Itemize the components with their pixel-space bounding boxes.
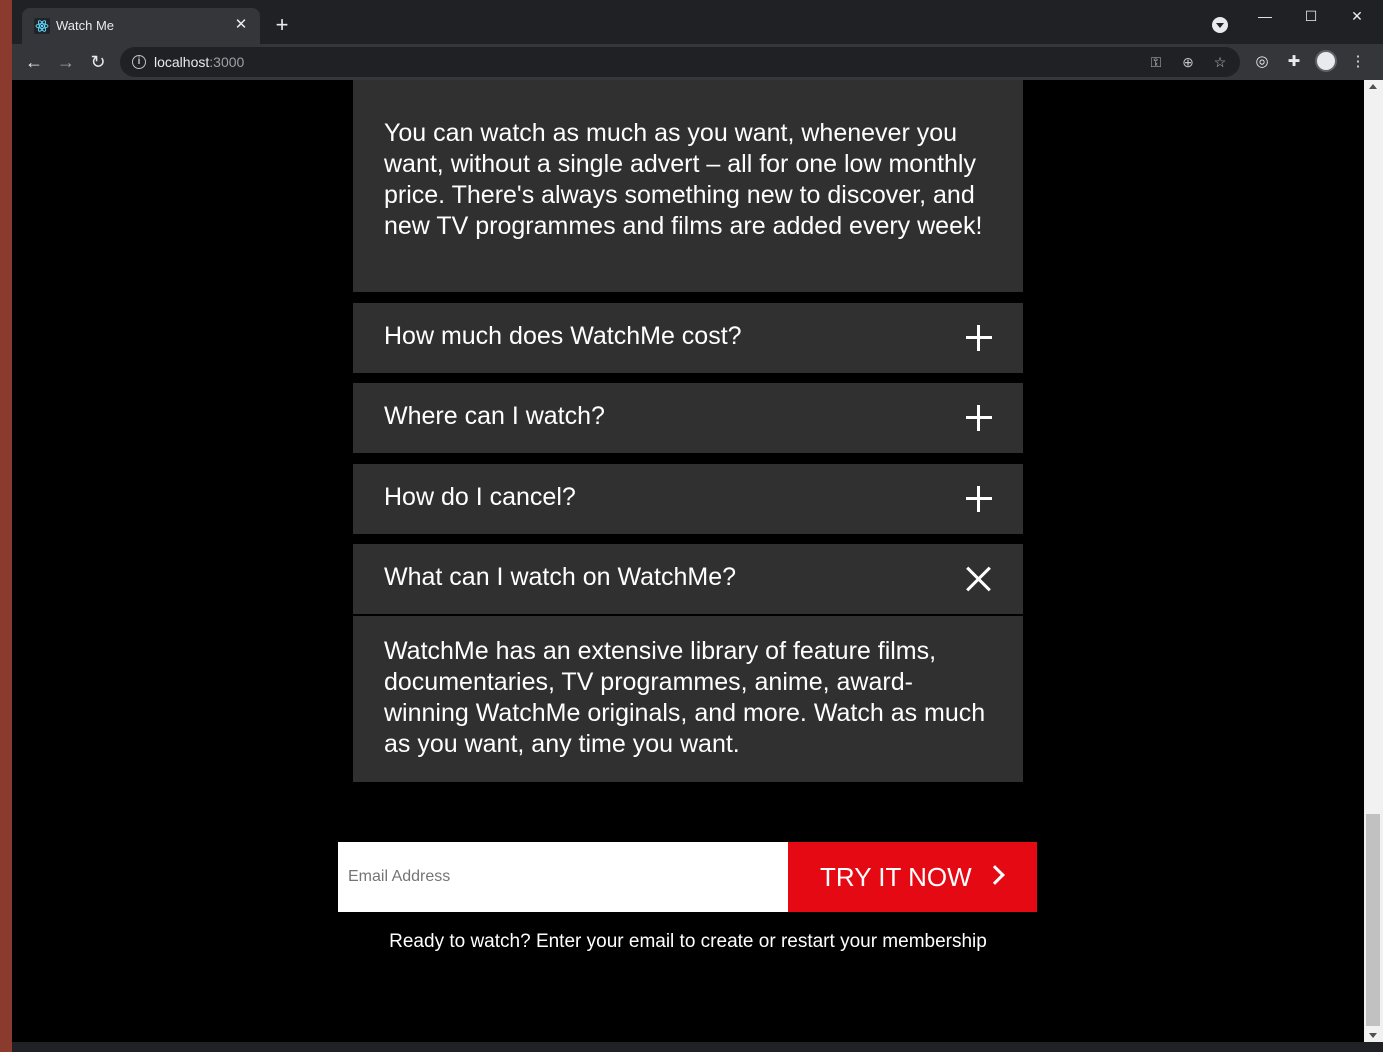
faq-question: How much does WatchMe cost? <box>384 322 742 350</box>
new-tab-button[interactable]: + <box>270 14 294 38</box>
faq-answer-what: WatchMe has an extensive library of feat… <box>353 616 1023 782</box>
tab-search-icon[interactable] <box>1212 17 1228 33</box>
menu-icon[interactable]: ⋮ <box>1347 51 1369 73</box>
faq-question: Where can I watch? <box>384 402 605 430</box>
browser-window: Watch Me ✕ + — ☐ ✕ ← → ↻ i localhost:300… <box>12 0 1383 1052</box>
close-window-button[interactable]: ✕ <box>1334 4 1380 28</box>
tab-watch-me[interactable]: Watch Me ✕ <box>22 8 260 44</box>
faq-question: What can I watch on WatchMe? <box>384 563 737 591</box>
faq-item-what[interactable]: What can I watch on WatchMe? <box>353 544 1023 615</box>
extension-target-icon[interactable]: ◎ <box>1251 51 1273 73</box>
browser-toolbar: ← → ↻ i localhost:3000 ⚿ ⊕ ☆ ◎ ✚ ⋮ <box>12 44 1383 80</box>
tab-strip: Watch Me ✕ + — ☐ ✕ <box>12 0 1383 44</box>
scrollbar-thumb[interactable] <box>1366 814 1380 1026</box>
forward-icon[interactable]: → <box>53 49 79 75</box>
tab-close-icon[interactable]: ✕ <box>232 16 250 34</box>
star-icon[interactable]: ☆ <box>1210 52 1230 72</box>
minimize-button[interactable]: — <box>1242 4 1288 28</box>
scroll-up-arrow-icon[interactable] <box>1369 84 1377 89</box>
profile-avatar[interactable] <box>1315 50 1337 72</box>
tab-title: Watch Me <box>56 18 115 33</box>
plus-icon[interactable] <box>965 485 993 513</box>
chevron-right-icon <box>985 865 1005 885</box>
faq-item-cost[interactable]: How much does WatchMe cost? <box>353 303 1023 373</box>
try-it-now-button[interactable]: TRY IT NOW <box>788 842 1037 912</box>
email-input[interactable] <box>338 842 788 912</box>
scroll-down-arrow-icon[interactable] <box>1369 1033 1377 1038</box>
key-icon[interactable]: ⚿ <box>1146 52 1166 72</box>
zoom-icon[interactable]: ⊕ <box>1178 52 1198 72</box>
faq-answer-top: You can watch as much as you want, whene… <box>353 80 1023 292</box>
plus-icon[interactable] <box>965 404 993 432</box>
url-text[interactable]: localhost:3000 <box>154 54 244 70</box>
info-icon[interactable]: i <box>132 55 146 69</box>
window-bottom-edge <box>12 1042 1383 1052</box>
cta-text: Ready to watch? Enter your email to crea… <box>389 931 987 952</box>
react-icon <box>34 18 50 34</box>
scrollbar[interactable] <box>1364 80 1383 1042</box>
address-bar[interactable]: i localhost:3000 ⚿ ⊕ ☆ <box>120 47 1240 77</box>
faq-item-cancel[interactable]: How do I cancel? <box>353 464 1023 534</box>
page-viewport: You can watch as much as you want, whene… <box>12 80 1364 1042</box>
back-icon[interactable]: ← <box>21 49 47 75</box>
extensions-puzzle-icon[interactable]: ✚ <box>1283 51 1305 73</box>
faq-question: How do I cancel? <box>384 483 576 511</box>
faq-item-where[interactable]: Where can I watch? <box>353 383 1023 453</box>
plus-icon[interactable] <box>965 324 993 352</box>
close-icon[interactable] <box>965 565 993 593</box>
reload-icon[interactable]: ↻ <box>85 49 111 75</box>
maximize-button[interactable]: ☐ <box>1288 4 1334 28</box>
